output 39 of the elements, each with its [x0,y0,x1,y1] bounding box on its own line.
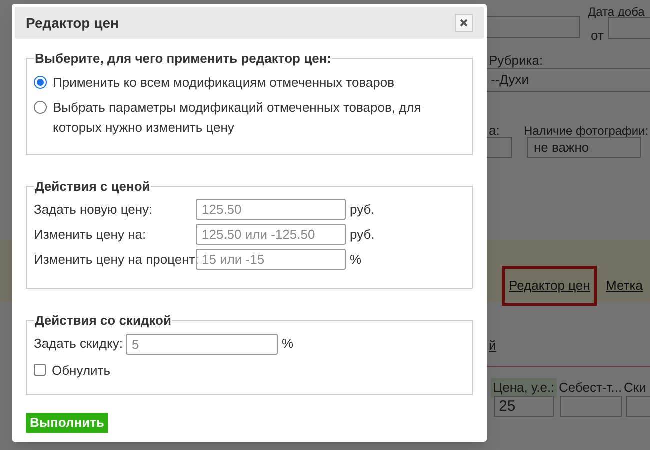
text-field[interactable]: 15 или -15 [196,249,346,270]
field-label: Изменить цену на: [34,226,148,244]
price-field[interactable]: 25 [494,396,554,417]
checkbox[interactable] [34,364,46,376]
field-label: а: [489,122,500,140]
field-label: Задать новую цену: [34,200,154,219]
unit-label: % [350,250,362,269]
text-field[interactable]: 125.50 [196,199,346,220]
section-heading: Действия с ценой [34,178,152,196]
field-label: Ски [624,379,646,397]
option-label: Применить ко всем модификациям отмеченных товаров [53,74,395,92]
option-label: Выбрать параметры модификаций отмеченных товаров, для которых нужно изменить цену [53,98,422,137]
photo-select[interactable]: не важно [527,137,641,158]
close-button[interactable] [455,14,473,32]
field-label: Дата доба [588,4,645,21]
field-label: Цена, у.е.: [491,378,557,398]
section-heading: Действия со скидкой [34,312,172,330]
date-field[interactable] [608,17,650,39]
text-field[interactable]: 5 [126,334,278,354]
cost-field[interactable] [560,396,622,417]
link[interactable]: й [489,336,496,356]
field-label: Изменить цену на процент: [34,250,196,269]
unit-label: % [282,335,294,354]
toolbar-link[interactable]: Редактор цен [502,266,598,306]
submit-button[interactable]: Выполнить [26,413,108,433]
radio-button[interactable] [34,100,47,114]
unit-label: руб. [350,226,375,244]
checkbox-label: Обнулить [52,362,111,380]
field-label: от [591,27,604,45]
field-label: Себест-т... [559,379,622,397]
radio-button[interactable] [34,76,47,88]
text-field[interactable]: 125.50 или -125.50 [196,224,346,245]
section-heading: Выберите, для чего применить редактор цен: [34,50,332,68]
field-label: Наличие фотографии: [524,123,649,140]
field-label: Рубрика: [489,52,544,70]
close-icon [460,19,468,27]
field-label: Задать скидку: [34,335,124,354]
dialog-title: Редактор цен [26,14,119,33]
unit-label: руб. [350,200,375,219]
